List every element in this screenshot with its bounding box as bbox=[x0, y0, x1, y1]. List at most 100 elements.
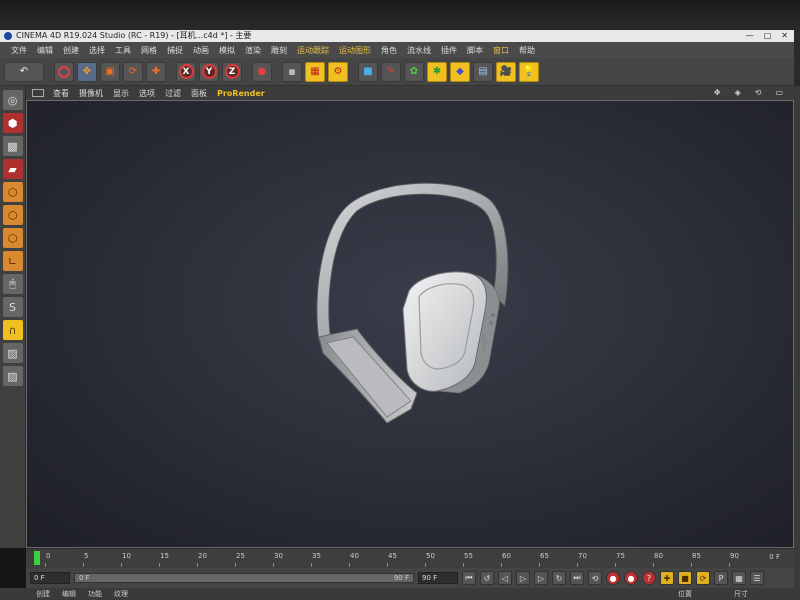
tab-texture[interactable]: 纹理 bbox=[108, 589, 134, 599]
polygons-mode-icon[interactable]: ⬡ bbox=[2, 228, 23, 248]
timeline-tick-mark bbox=[577, 563, 578, 567]
close-button[interactable]: ✕ bbox=[781, 30, 788, 42]
viewport-pan-icon[interactable]: ✥ bbox=[709, 88, 726, 97]
tab-function[interactable]: 功能 bbox=[82, 589, 108, 599]
menu-create[interactable]: 创建 bbox=[58, 45, 84, 56]
coord-system-icon[interactable]: ● bbox=[252, 61, 272, 82]
scale-icon[interactable]: ▣ bbox=[100, 61, 120, 82]
workplane-icon[interactable]: ▰ bbox=[2, 159, 23, 179]
key-pla-icon[interactable]: ▦ bbox=[732, 571, 746, 585]
timeline-menu-icon[interactable]: ☰ bbox=[750, 571, 764, 585]
points-mode-icon[interactable]: ⬡ bbox=[2, 182, 23, 202]
menu-edit[interactable]: 编辑 bbox=[32, 45, 58, 56]
key-scale-icon[interactable]: ■ bbox=[678, 571, 692, 585]
add-icon[interactable]: ✚ bbox=[146, 61, 166, 82]
make-editable-icon[interactable]: ◎ bbox=[2, 90, 23, 110]
start-frame-field[interactable]: 0 F bbox=[30, 572, 70, 584]
edit-render-settings-icon[interactable]: ⚙ bbox=[328, 61, 348, 82]
timeline-tick-label: 20 bbox=[198, 552, 207, 560]
tweak-mode-icon[interactable]: 🖱 bbox=[2, 274, 23, 294]
menu-tools[interactable]: 工具 bbox=[110, 45, 136, 56]
vp-menu-display[interactable]: 显示 bbox=[108, 88, 134, 99]
keyframe-selection-icon[interactable]: ? bbox=[642, 571, 656, 585]
menu-character[interactable]: 角色 bbox=[376, 45, 402, 56]
cube-icon[interactable]: ■ bbox=[358, 61, 378, 82]
menu-select[interactable]: 选择 bbox=[84, 45, 110, 56]
light-icon[interactable]: 💡 bbox=[519, 61, 539, 82]
timeline-tick-mark bbox=[691, 563, 692, 567]
render-view-icon[interactable]: ▦ bbox=[282, 61, 302, 82]
rotate-icon[interactable]: ⟳ bbox=[123, 61, 143, 82]
record-active-objects-icon[interactable]: ● bbox=[606, 571, 620, 585]
menu-help[interactable]: 帮助 bbox=[514, 45, 540, 56]
undo-icon[interactable]: ↶ bbox=[4, 61, 44, 82]
floor-icon[interactable]: ▤ bbox=[473, 61, 493, 82]
next-key-icon[interactable]: ↻ bbox=[552, 571, 566, 585]
snap-icon[interactable]: S bbox=[2, 297, 23, 317]
tab-edit[interactable]: 编辑 bbox=[56, 589, 82, 599]
menu-animate[interactable]: 动画 bbox=[188, 45, 214, 56]
key-rotation-icon[interactable]: ⟳ bbox=[696, 571, 710, 585]
camera-icon[interactable]: 🎥 bbox=[496, 61, 516, 82]
end-frame-field[interactable]: 90 F bbox=[418, 572, 458, 584]
menu-render[interactable]: 渲染 bbox=[240, 45, 266, 56]
menu-pipeline[interactable]: 流水线 bbox=[402, 45, 436, 56]
vp-menu-view[interactable]: 查看 bbox=[48, 88, 74, 99]
menu-window[interactable]: 窗口 bbox=[488, 45, 514, 56]
vp-menu-options[interactable]: 选项 bbox=[134, 88, 160, 99]
render-picture-viewer-icon[interactable]: ▦ bbox=[305, 61, 325, 82]
loop-icon[interactable]: ⟲ bbox=[588, 571, 602, 585]
3d-viewport[interactable] bbox=[26, 100, 794, 548]
viewport-rotate-icon[interactable]: ⟲ bbox=[750, 88, 767, 97]
pen-spline-icon[interactable]: ✎ bbox=[381, 61, 401, 82]
previous-key-icon[interactable]: ↺ bbox=[480, 571, 494, 585]
tab-create[interactable]: 创建 bbox=[30, 589, 56, 599]
texture-mode-icon[interactable]: ▩ bbox=[2, 136, 23, 156]
viewport-maximize-icon[interactable]: ▭ bbox=[770, 88, 788, 97]
viewport-layout-icon[interactable] bbox=[32, 89, 44, 97]
vp-menu-cameras[interactable]: 摄像机 bbox=[74, 88, 108, 99]
lock-workplane-icon[interactable]: ▨ bbox=[2, 343, 23, 363]
timeline[interactable]: 0 5 10 15 20 25 30 35 40 45 50 55 60 65 70 75 80 85 90 0 F bbox=[26, 548, 794, 568]
menu-script[interactable]: 脚本 bbox=[462, 45, 488, 56]
edges-mode-icon[interactable]: ⬡ bbox=[2, 205, 23, 225]
go-to-start-icon[interactable]: ⏮ bbox=[462, 571, 476, 585]
timeline-tick-label: 90 bbox=[730, 552, 739, 560]
magnet-snap-icon[interactable]: ∩ bbox=[2, 320, 23, 340]
menu-motion-tracking[interactable]: 运动跟踪 bbox=[292, 45, 334, 56]
axis-x-icon[interactable]: X bbox=[176, 61, 196, 82]
viewport-zoom-icon[interactable]: ◈ bbox=[730, 88, 746, 97]
preview-range-slider[interactable]: 0 F 90 F bbox=[74, 573, 414, 583]
move-icon[interactable]: ✥ bbox=[77, 61, 97, 82]
autokey-icon[interactable]: ● bbox=[624, 571, 638, 585]
menu-mesh[interactable]: 网格 bbox=[136, 45, 162, 56]
axis-z-icon[interactable]: Z bbox=[222, 61, 242, 82]
next-frame-icon[interactable]: ▷ bbox=[534, 571, 548, 585]
menu-plugins[interactable]: 插件 bbox=[436, 45, 462, 56]
key-position-icon[interactable]: ✚ bbox=[660, 571, 674, 585]
maximize-button[interactable]: □ bbox=[764, 30, 772, 42]
menu-snap[interactable]: 捕捉 bbox=[162, 45, 188, 56]
vp-menu-filter[interactable]: 过滤 bbox=[160, 88, 186, 99]
menu-file[interactable]: 文件 bbox=[6, 45, 32, 56]
deformer-icon[interactable]: ◆ bbox=[450, 61, 470, 82]
vp-menu-panel[interactable]: 面板 bbox=[186, 88, 212, 99]
vp-menu-prorender[interactable]: ProRender bbox=[212, 89, 270, 98]
cloner-icon[interactable]: ✱ bbox=[427, 61, 447, 82]
live-select-icon[interactable] bbox=[54, 61, 74, 82]
key-parameter-icon[interactable]: P bbox=[714, 571, 728, 585]
planar-workplane-icon[interactable]: ▨ bbox=[2, 366, 23, 386]
model-mode-icon[interactable]: ⬢ bbox=[2, 113, 23, 133]
previous-frame-icon[interactable]: ◁ bbox=[498, 571, 512, 585]
axis-y-icon[interactable]: Y bbox=[199, 61, 219, 82]
menu-simulate[interactable]: 模拟 bbox=[214, 45, 240, 56]
axis-mode-icon[interactable]: ∟ bbox=[2, 251, 23, 271]
menu-sculpt[interactable]: 雕刻 bbox=[266, 45, 292, 56]
go-to-end-icon[interactable]: ⏭ bbox=[570, 571, 584, 585]
menu-mograph[interactable]: 运动图形 bbox=[334, 45, 376, 56]
range-end-label: 90 F bbox=[393, 574, 409, 582]
subdivision-icon[interactable]: ✿ bbox=[404, 61, 424, 82]
timeline-tick-mark bbox=[501, 563, 502, 567]
play-icon[interactable]: ▷ bbox=[516, 571, 530, 585]
minimize-button[interactable]: — bbox=[746, 30, 754, 42]
